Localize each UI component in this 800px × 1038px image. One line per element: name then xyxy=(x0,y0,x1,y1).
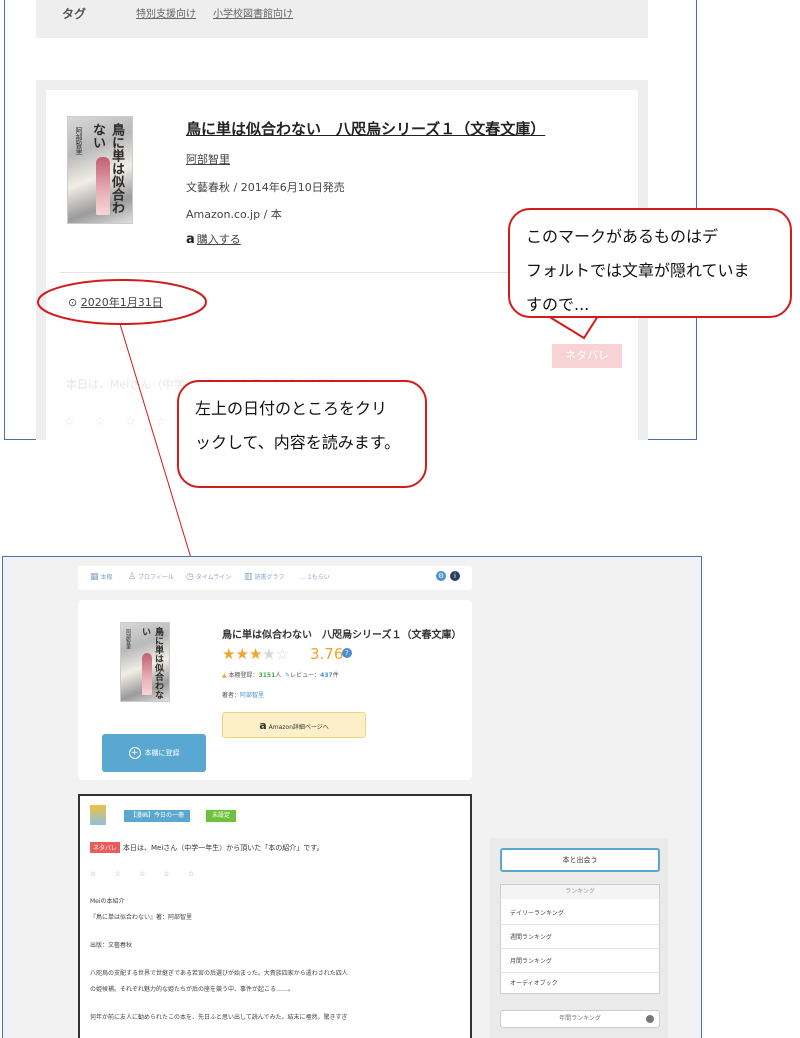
ranking-divider xyxy=(501,972,659,973)
yearly-ranking-button[interactable]: 年間ランキング xyxy=(500,1010,660,1028)
ranking-divider xyxy=(501,924,659,925)
ranking-header: ランキング xyxy=(501,885,659,899)
spoiler-tag: ネタバレ xyxy=(90,842,121,853)
info-icon[interactable]: i xyxy=(450,571,460,581)
cover-figure xyxy=(142,653,152,695)
clock-icon: ◷ xyxy=(186,572,194,582)
date-highlight-ellipse xyxy=(37,279,207,325)
ranking-audiobook[interactable]: オーディオブック xyxy=(510,978,558,987)
ranking-daily[interactable]: デイリーランキング xyxy=(510,908,564,917)
plus-icon: + xyxy=(128,747,141,759)
review-line: 八咫烏の支配する世界で世継ぎである若宮の后選びが始まった。大貴族四家から遣わされ… xyxy=(90,970,348,977)
author-link[interactable]: 阿部智里 xyxy=(240,692,264,699)
ranking-monthly[interactable]: 月間ランキング xyxy=(510,956,552,965)
review-intro: ネタバレ 本日は、Meiさん（中学一年生）から頂いた「本の紹介」です。 xyxy=(90,842,324,853)
nav-timeline[interactable]: ◷ タイムライン xyxy=(186,572,231,582)
rating-value: 3.76 xyxy=(310,645,344,663)
discover-books-button[interactable]: 本と出会う xyxy=(500,848,660,872)
book-cover-thumbnail[interactable]: 鳥に単は似合わない 阿部智里 xyxy=(120,622,170,702)
nav-profile[interactable]: ♙ プロフィール xyxy=(128,572,174,582)
book-stats: ▲ 本棚登録：3151人 ✎レビュー：437件 xyxy=(222,672,339,679)
ranking-weekly[interactable]: 週間ランキング xyxy=(510,932,552,941)
spoiler-callout: このマークがあるものはデ フォルトでは文章が隠れていま すので... xyxy=(508,208,792,318)
review-stars: ☆ ☆ ☆ ☆ ☆ xyxy=(90,870,203,878)
rating-stars: ★★★★☆ xyxy=(222,645,290,663)
review-line: 『鳥に単は似合わない』著：阿部智里 xyxy=(90,914,193,921)
review-line: 何年か前に友人に勧められたこの本を、先日ふと思い出して読んでみた。結末に唖然。驚… xyxy=(90,1014,348,1021)
date-callout: 左上の日付のところをクリ ックして、内容を読みます。 xyxy=(177,380,427,488)
review-line: の姫候補。それぞれ魅力的な姫たちが后の座を競う中、事件が起こる……。 xyxy=(90,986,295,993)
amazon-icon: a xyxy=(259,719,267,732)
review-line: 出版：文藝春秋 xyxy=(90,942,133,949)
register-bookshelf-button[interactable]: + 本棚に登録 xyxy=(102,734,206,772)
bar-chart-icon: ▥ xyxy=(244,572,253,582)
person-icon: ▲ xyxy=(222,672,227,679)
grid-icon: ▦ xyxy=(90,572,99,582)
book-title: 鳥に単は似合わない 八咫烏シリーズ１（文春文庫） xyxy=(222,630,462,641)
settings-icon[interactable]: ⚙ xyxy=(436,571,446,581)
settings-icon[interactable] xyxy=(646,1015,654,1023)
nav-reading-graph[interactable]: ▥ 読書グラフ xyxy=(244,572,284,582)
review-line: Meiの本紹介 xyxy=(90,898,125,905)
ranking-divider xyxy=(501,948,659,949)
author-row: 著者：阿部智里 xyxy=(222,692,265,699)
user-icon: ♙ xyxy=(128,572,137,582)
category-badge[interactable]: 【漫画】今日の一冊 xyxy=(124,810,191,822)
help-icon[interactable]: ? xyxy=(342,648,352,658)
status-badge: 未設定 xyxy=(206,810,237,822)
nav-bookshelf[interactable]: ▦ 本棚 xyxy=(90,572,112,582)
amazon-detail-button[interactable]: a Amazon詳細ページへ xyxy=(222,712,366,738)
avatar[interactable] xyxy=(90,805,106,825)
nav-more[interactable]: … 1もらい xyxy=(300,572,330,581)
